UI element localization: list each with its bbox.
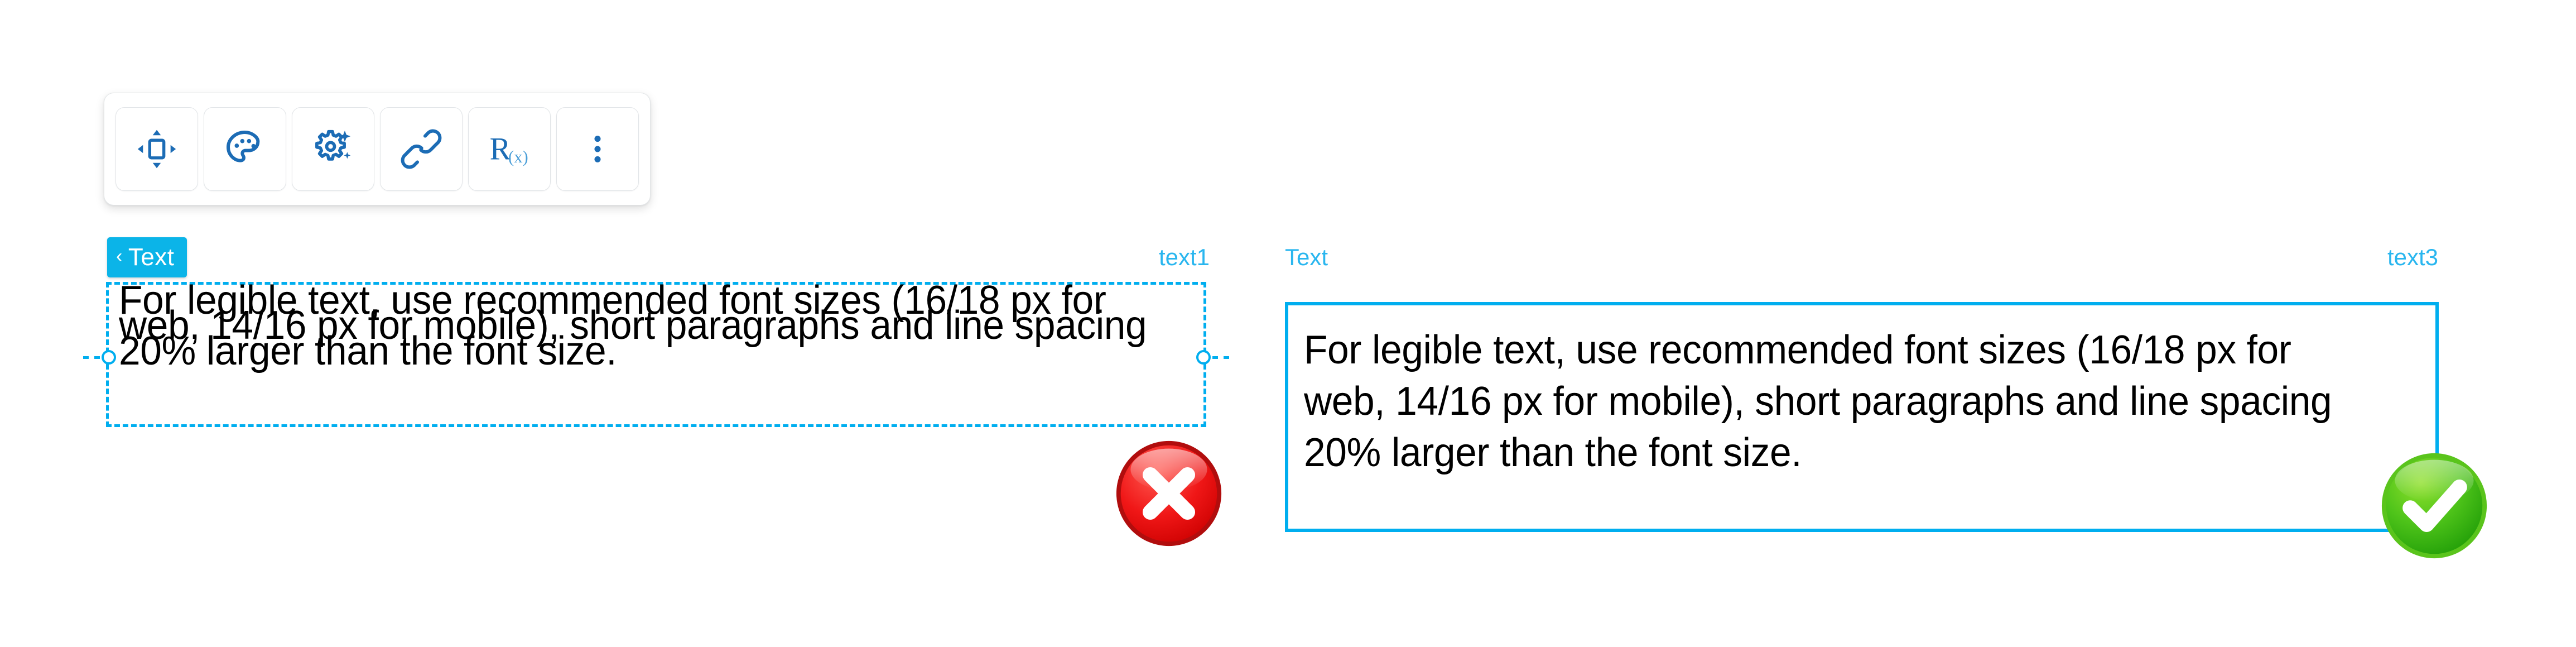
svg-text:(x): (x) — [508, 147, 528, 166]
toolbar-button-more-options[interactable] — [556, 107, 639, 191]
bad-element-id-label: text1 — [1158, 244, 1210, 270]
selection-guide-left — [83, 356, 100, 359]
error-circle-x-icon — [1114, 439, 1224, 548]
toolbar-button-move-resize[interactable] — [115, 107, 198, 191]
bad-text-content: For legible text, use recommended font s… — [119, 278, 1158, 373]
bad-text-selection-box[interactable]: For legible text, use recommended font s… — [83, 278, 1229, 427]
toolbar-button-link[interactable] — [380, 107, 463, 191]
good-example-panel: Text text3 For legible text, use recomme… — [1280, 237, 2447, 539]
resize-handle-left[interactable] — [102, 350, 116, 365]
good-text-box[interactable]: For legible text, use recommended font s… — [1285, 302, 2439, 532]
svg-text:R: R — [490, 132, 511, 167]
move-resize-icon — [136, 128, 178, 170]
link-icon — [400, 128, 442, 170]
selected-element-badge-label: Text — [128, 243, 175, 271]
rx-formula-icon: R (x) — [487, 127, 532, 171]
selection-guide-right — [1212, 356, 1229, 359]
floating-toolbar: R (x) — [104, 93, 651, 205]
good-text-content: For legible text, use recommended font s… — [1304, 328, 2343, 476]
toolbar-button-rx-formula[interactable]: R (x) — [468, 107, 551, 191]
toolbar-button-palette[interactable] — [204, 107, 286, 191]
more-vertical-icon — [576, 128, 619, 170]
gear-sparkle-icon — [311, 127, 355, 171]
bad-example-panel: ‹ Text text1 For legible text, use recom… — [83, 237, 1229, 477]
good-element-type-label: Text — [1285, 244, 1328, 270]
toolbar-button-settings[interactable] — [292, 107, 374, 191]
success-circle-check-icon — [2380, 451, 2489, 560]
selected-element-badge[interactable]: ‹ Text — [107, 237, 187, 277]
good-element-id-label: text3 — [2387, 244, 2438, 270]
palette-icon — [223, 127, 267, 171]
resize-handle-right[interactable] — [1196, 350, 1211, 365]
chevron-left-icon: ‹ — [116, 246, 123, 267]
